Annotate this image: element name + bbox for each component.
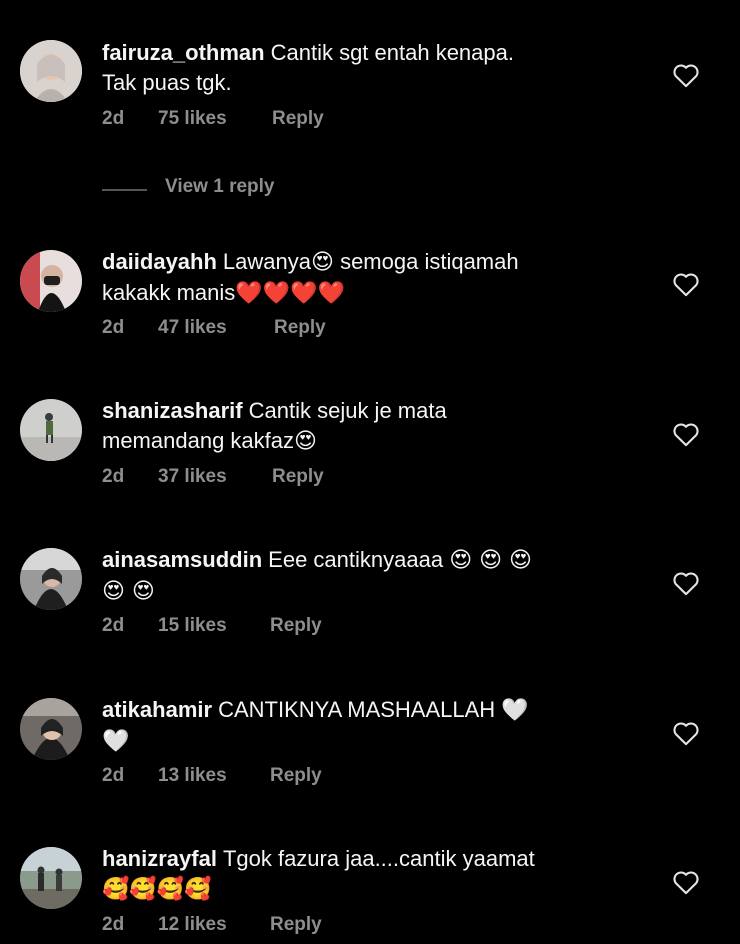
comment-text: fairuza_othman Cantik sgt entah kenapa. T… [102, 38, 642, 98]
emoji-white-heart: 🤍 [501, 698, 529, 723]
comment-body-line2: kakakk manis [102, 280, 236, 305]
comment-text: atikahamir CANTIKNYA MASHAALLAH 🤍 🤍 [102, 695, 642, 757]
emoji-red-hearts: ❤️❤️❤️❤️ [235, 281, 345, 306]
comment-body: Cantik sgt entah kenapa. [270, 40, 514, 65]
comment-time: 2d [102, 466, 125, 487]
comment-username[interactable]: fairuza_othman [102, 40, 265, 65]
comment-likes[interactable]: 15 likes [158, 615, 227, 637]
comment-time: 2d [102, 317, 125, 338]
comment-text: daiidayahh Lawanya😍 semoga istiqamah kaka… [102, 247, 642, 309]
reply-button[interactable]: Reply [272, 466, 324, 488]
comment-time: 2d [102, 765, 125, 786]
comment-username[interactable]: hanizrayfal [102, 846, 217, 871]
heart-outline-icon[interactable] [672, 869, 700, 895]
heart-outline-icon[interactable] [672, 271, 700, 297]
comment-likes[interactable]: 75 likes [158, 108, 227, 130]
comment-likes[interactable]: 12 likes [158, 914, 227, 936]
comment-body-line2: memandang kakfaz [102, 428, 294, 453]
comment-body: Eee cantiknyaaaa [268, 547, 444, 572]
avatar[interactable] [20, 698, 82, 760]
comment-likes[interactable]: 13 likes [158, 765, 227, 787]
comment-likes[interactable]: 37 likes [158, 466, 227, 488]
heart-outline-icon[interactable] [672, 570, 700, 596]
emoji-heart-eyes-line2: 😍 😍 [102, 579, 155, 604]
view-replies-label: View 1 reply [165, 176, 275, 197]
avatar[interactable] [20, 399, 82, 461]
comment-username[interactable]: atikahamir [102, 697, 212, 722]
comment-username[interactable]: shanizasharif [102, 398, 243, 423]
comment-body: Cantik sejuk je mata [248, 398, 447, 423]
reply-button[interactable]: Reply [270, 615, 322, 637]
comment-time: 2d [102, 914, 125, 935]
comment-text: hanizrayfal Tgok fazura jaa....cantik yaa… [102, 844, 642, 905]
view-replies-button[interactable]: View 1 reply [102, 176, 402, 204]
emoji-white-heart-line2: 🤍 [102, 729, 130, 754]
emoji-heart-eyes: 😍 [311, 250, 334, 275]
reply-button[interactable]: Reply [270, 765, 322, 787]
comment-text: shanizasharif Cantik sejuk je mata memand… [102, 396, 642, 457]
heart-outline-icon[interactable] [672, 62, 700, 88]
comment-text: ainasamsuddin Eee cantiknyaaaa 😍 😍 😍 😍 😍 [102, 545, 642, 607]
comment-likes[interactable]: 47 likes [158, 317, 227, 339]
avatar[interactable] [20, 548, 82, 610]
avatar[interactable] [20, 40, 82, 102]
emoji-smiling-hearts: 🥰🥰🥰🥰 [102, 877, 212, 902]
heart-outline-icon[interactable] [672, 720, 700, 746]
comment-time: 2d [102, 108, 125, 129]
emoji-heart-eyes: 😍 😍 😍 [449, 548, 532, 573]
heart-outline-icon[interactable] [672, 421, 700, 447]
comment-time: 2d [102, 615, 125, 636]
comment-body-line2: Tak puas tgk. [102, 70, 232, 95]
avatar[interactable] [20, 847, 82, 909]
comment-body-cont: semoga istiqamah [340, 249, 519, 274]
reply-button[interactable]: Reply [270, 914, 322, 936]
reply-button[interactable]: Reply [274, 317, 326, 339]
replies-divider [102, 189, 147, 191]
comment-username[interactable]: daiidayahh [102, 249, 217, 274]
comment-body: CANTIKNYA MASHAALLAH [218, 697, 496, 722]
comment-body: Lawanya [222, 249, 311, 274]
reply-button[interactable]: Reply [272, 108, 324, 130]
avatar[interactable] [20, 250, 82, 312]
comment-username[interactable]: ainasamsuddin [102, 547, 262, 572]
comment-body: Tgok fazura jaa....cantik yaamat [222, 846, 535, 871]
emoji-heart-eyes: 😍 [294, 429, 317, 454]
